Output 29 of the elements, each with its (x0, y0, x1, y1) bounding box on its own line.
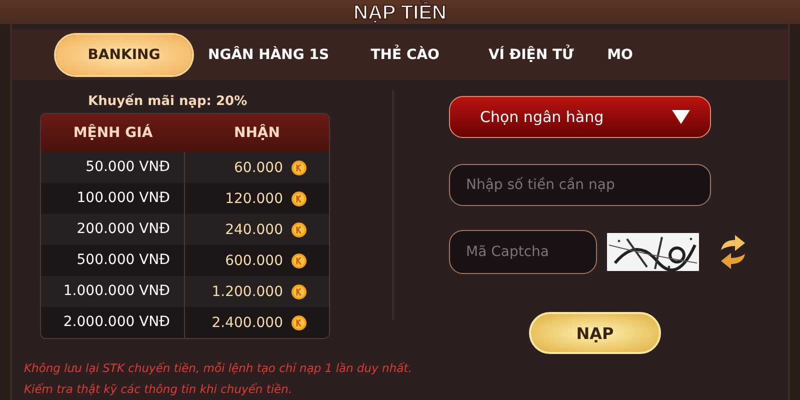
tab[interactable]: VÍ ĐIỆN TỬ (471, 35, 592, 75)
caret-icon (672, 110, 690, 124)
coin-icon (291, 252, 307, 268)
table-cell: 2.000.000 VNĐ (41, 307, 185, 338)
column-header: MỆNH GIÁ (72, 125, 154, 141)
tab[interactable]: NGÂN HÀNG 1S (198, 35, 340, 75)
window-title: NẠP TIỀN (354, 2, 446, 24)
coin-icon (291, 222, 307, 238)
tab[interactable]: MO (597, 35, 643, 75)
amount-field[interactable]: Nhập số tiền cần nạp (449, 164, 711, 206)
table-cell: 120.000 (225, 190, 283, 206)
coin-icon (291, 160, 307, 176)
coin-icon (291, 190, 307, 206)
warning-text: Kiểm tra thật kỹ các thông tin khi chuyển tiền. (24, 381, 294, 398)
tab[interactable]: BANKING (56, 35, 192, 75)
submit-button[interactable]: NẠP (529, 312, 661, 354)
table-cell: 240.000 (225, 222, 283, 238)
column-header: NHẬN (233, 125, 281, 141)
table-cell: 60.000 (234, 160, 283, 176)
captcha-field[interactable]: Mã Captcha (449, 230, 597, 274)
table-cell: 1.200.000 (212, 284, 283, 300)
coin-icon (291, 284, 307, 300)
table-cell: 2.400.000 (212, 314, 283, 330)
coin-icon (291, 314, 307, 330)
bank-dropdown[interactable]: Chọn ngân hàng (449, 96, 711, 138)
table-cell: 600.000 (225, 252, 283, 268)
promo-text: Khuyến mãi nạp: 20% (88, 94, 248, 109)
warning-text: Không lưu lại STK chuyển tiền, mỗi lệnh tạo chỉ nạp 1 lần duy nhất. (24, 360, 413, 377)
tab[interactable]: THẺ CÀO (345, 35, 466, 75)
